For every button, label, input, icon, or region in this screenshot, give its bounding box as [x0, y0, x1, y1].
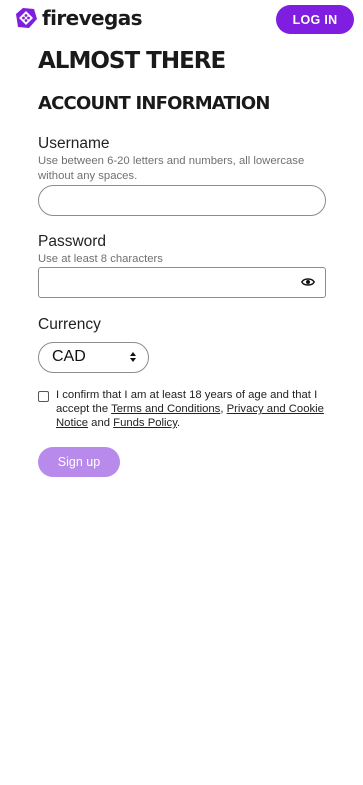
- password-label: Password: [38, 233, 107, 250]
- section-title: ACCOUNT INFORMATION: [38, 93, 270, 114]
- currency-label: Currency: [38, 316, 101, 333]
- consent-text: I confirm that I am at least 18 years of…: [56, 388, 326, 430]
- page-title: ALMOST THERE: [38, 48, 226, 74]
- password-hint: Use at least 8 characters: [38, 253, 163, 265]
- login-button[interactable]: LOG IN: [276, 5, 354, 34]
- password-field[interactable]: [38, 267, 326, 298]
- brand-name: firevegas: [42, 6, 143, 30]
- dice-logo-icon: [16, 8, 37, 28]
- currency-selected-value: CAD: [52, 348, 86, 365]
- brand-logo[interactable]: firevegas: [14, 6, 143, 30]
- sort-arrows-icon: [130, 352, 136, 362]
- currency-select[interactable]: CAD: [38, 342, 149, 373]
- username-label: Username: [38, 135, 110, 152]
- age-consent-checkbox[interactable]: [38, 391, 49, 402]
- signup-button[interactable]: Sign up: [38, 447, 120, 477]
- eye-icon[interactable]: [301, 276, 315, 288]
- username-field[interactable]: [38, 185, 326, 216]
- consent-text-part: and: [88, 417, 114, 429]
- terms-link[interactable]: Terms and Conditions: [111, 403, 220, 415]
- funds-policy-link[interactable]: Funds Policy: [113, 417, 177, 429]
- consent-text-part: .: [177, 417, 181, 429]
- header: firevegas LOG IN: [0, 0, 363, 40]
- username-hint: Use between 6-20 letters and numbers, al…: [38, 155, 305, 182]
